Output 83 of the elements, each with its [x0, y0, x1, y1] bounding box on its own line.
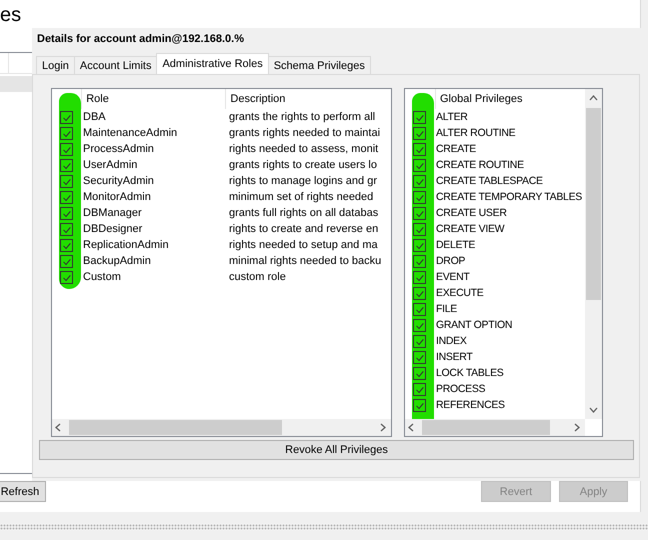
checkbox[interactable] — [413, 366, 426, 380]
role-description: rights to manage logins and gr — [229, 175, 377, 187]
privilege-name: CREATE TABLESPACE — [436, 175, 543, 187]
checkbox[interactable] — [413, 334, 426, 348]
role-description: rights to create and reverse en — [229, 223, 378, 235]
privilege-name: REFERENCES — [436, 399, 505, 411]
privilege-name: CREATE VIEW — [436, 223, 504, 235]
details-heading: Details for account admin@192.168.0.% — [36, 32, 245, 47]
vertical-scrollbar[interactable] — [585, 89, 602, 419]
horizontal-scrollbar[interactable] — [52, 419, 391, 436]
revoke-all-button[interactable]: Revoke All Privileges — [39, 440, 634, 460]
checkbox[interactable] — [413, 398, 426, 412]
checkbox[interactable] — [60, 238, 73, 252]
checkbox[interactable] — [60, 174, 73, 188]
role-name: SecurityAdmin — [83, 175, 155, 187]
privilege-name: INDEX — [436, 335, 467, 347]
privilege-name: DELETE — [436, 239, 476, 251]
privilege-name: LOCK TABLES — [436, 367, 504, 379]
checkbox[interactable] — [413, 142, 426, 156]
privilege-name: ALTER — [436, 111, 468, 123]
privilege-name: GRANT OPTION — [436, 319, 512, 331]
checkbox[interactable] — [60, 110, 73, 124]
checkbox[interactable] — [60, 270, 73, 284]
checkbox[interactable] — [413, 190, 426, 204]
checkbox[interactable] — [60, 222, 73, 236]
role-name: DBManager — [83, 207, 143, 219]
privilege-name: EVENT — [436, 271, 470, 283]
role-name: ProcessAdmin — [83, 143, 155, 155]
checkbox[interactable] — [413, 206, 426, 220]
role-description: grants full rights on all databas — [229, 207, 378, 219]
privilege-name: CREATE — [436, 143, 476, 155]
tab[interactable]: Administrative Roles — [156, 53, 269, 74]
column-header[interactable]: Description — [225, 89, 391, 109]
checkbox[interactable] — [413, 270, 426, 284]
role-description: rights needed to setup and ma — [229, 239, 378, 251]
role-name: DBA — [83, 111, 107, 123]
privilege-name: CREATE USER — [436, 207, 507, 219]
role-description: minimum set of rights needed — [229, 191, 374, 203]
checkbox[interactable] — [413, 174, 426, 188]
checkbox[interactable] — [413, 222, 426, 236]
role-name: MaintenanceAdmin — [83, 127, 178, 139]
column-header[interactable]: Role — [81, 89, 226, 109]
role-description: rights needed to assess, monit — [229, 143, 378, 155]
role-description: grants the rights to perform all — [229, 111, 376, 123]
checkbox[interactable] — [413, 238, 426, 252]
role-description: custom role — [229, 271, 286, 283]
checkbox[interactable] — [413, 126, 426, 140]
checkbox[interactable] — [413, 350, 426, 364]
checkbox[interactable] — [60, 254, 73, 268]
role-name: Custom — [83, 271, 122, 283]
action-button[interactable]: Refresh — [0, 481, 46, 502]
role-description: grants rights to create users lo — [229, 159, 377, 171]
privilege-name: CREATE TEMPORARY TABLES — [436, 191, 582, 203]
checkbox[interactable] — [60, 190, 73, 204]
role-name: UserAdmin — [83, 159, 138, 171]
checkbox[interactable] — [413, 382, 426, 396]
privilege-name: EXECUTE — [436, 287, 484, 299]
tab[interactable]: Login — [36, 56, 75, 74]
privilege-name: INSERT — [436, 351, 473, 363]
checkbox[interactable] — [413, 254, 426, 268]
checkbox[interactable] — [60, 126, 73, 140]
checkbox[interactable] — [413, 110, 426, 124]
role-name: DBDesigner — [83, 223, 144, 235]
privilege-name: CREATE ROUTINE — [436, 159, 524, 171]
checkbox[interactable] — [60, 206, 73, 220]
role-name: BackupAdmin — [83, 255, 152, 267]
checkbox[interactable] — [60, 142, 73, 156]
privilege-name: PROCESS — [436, 383, 486, 395]
privilege-name: FILE — [436, 303, 457, 315]
checkbox[interactable] — [413, 158, 426, 172]
tab[interactable]: Schema Privileges — [268, 56, 371, 74]
privilege-name: DROP — [436, 255, 466, 267]
privilege-name: ALTER ROUTINE — [436, 127, 516, 139]
horizontal-scrollbar[interactable] — [405, 419, 585, 436]
page-title: es — [0, 3, 22, 28]
checkbox[interactable] — [60, 158, 73, 172]
role-description: minimal rights needed to backu — [229, 255, 382, 267]
role-description: grants rights needed to maintai — [229, 127, 380, 139]
role-name: ReplicationAdmin — [83, 239, 170, 251]
role-name: MonitorAdmin — [83, 191, 152, 203]
checkbox[interactable] — [413, 302, 426, 316]
checkbox[interactable] — [413, 286, 426, 300]
checkbox[interactable] — [413, 318, 426, 332]
